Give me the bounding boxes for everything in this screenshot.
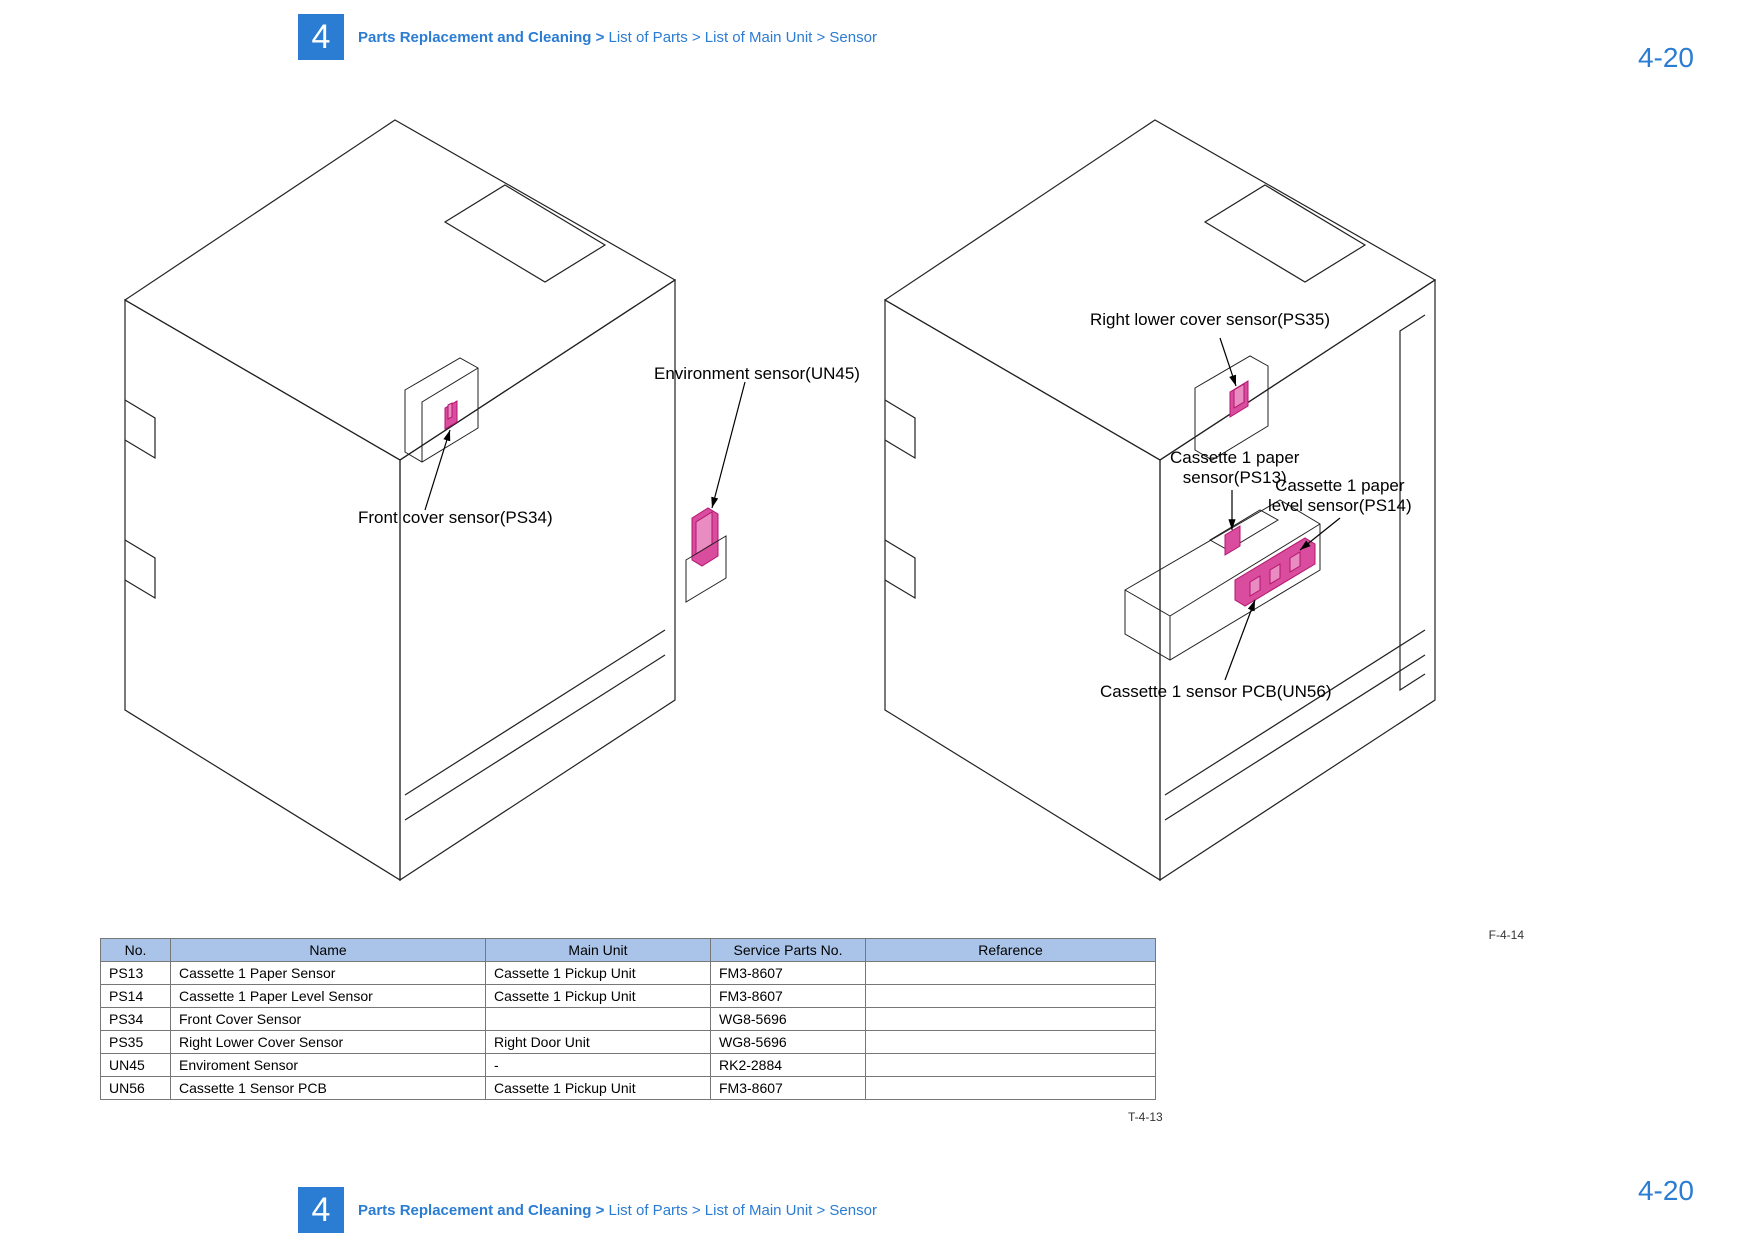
footer-bar: 4 Parts Replacement and Cleaning > List … [298, 1187, 877, 1233]
chapter-number: 4 [298, 14, 344, 60]
th-name: Name [171, 939, 486, 962]
callout-ps14: Cassette 1 paper level sensor(PS14) [1268, 476, 1412, 516]
header-bar: 4 Parts Replacement and Cleaning > List … [298, 14, 877, 60]
parts-table: No. Name Main Unit Service Parts No. Ref… [100, 938, 1156, 1100]
th-no: No. [101, 939, 171, 962]
th-reference: Refarence [866, 939, 1156, 962]
table-row: PS14 Cassette 1 Paper Level Sensor Casse… [101, 985, 1156, 1008]
breadcrumb-rest-footer: List of Parts > List of Main Unit > Sens… [609, 1202, 877, 1219]
table-row: PS34 Front Cover Sensor WG8-5696 [101, 1008, 1156, 1031]
callout-ps35: Right lower cover sensor(PS35) [1090, 310, 1330, 330]
table-header-row: No. Name Main Unit Service Parts No. Ref… [101, 939, 1156, 962]
th-mainunit: Main Unit [486, 939, 711, 962]
page-number-bottom: 4-20 [1638, 1175, 1694, 1207]
figure-caption: F-4-14 [1489, 928, 1524, 942]
table-row: PS35 Right Lower Cover Sensor Right Door… [101, 1031, 1156, 1054]
breadcrumb-rest: List of Parts > List of Main Unit > Sens… [609, 29, 877, 46]
table-caption: T-4-13 [1128, 1110, 1163, 1124]
breadcrumb-bold: Parts Replacement and Cleaning > [358, 29, 609, 46]
chapter-number-footer: 4 [298, 1187, 344, 1233]
callout-un56: Cassette 1 sensor PCB(UN56) [1100, 682, 1331, 702]
table-row: PS13 Cassette 1 Paper Sensor Cassette 1 … [101, 962, 1156, 985]
breadcrumb-bold-footer: Parts Replacement and Cleaning > [358, 1202, 609, 1219]
diagram-area: Environment sensor(UN45) Front cover sen… [100, 90, 1580, 920]
table-row: UN56 Cassette 1 Sensor PCB Cassette 1 Pi… [101, 1077, 1156, 1100]
breadcrumb-footer: Parts Replacement and Cleaning > List of… [358, 1202, 877, 1219]
breadcrumb: Parts Replacement and Cleaning > List of… [358, 29, 877, 46]
table-row: UN45 Enviroment Sensor - RK2-2884 [101, 1054, 1156, 1077]
page-number-top: 4-20 [1638, 42, 1694, 74]
callout-ps34: Front cover sensor(PS34) [358, 508, 553, 528]
th-serviceparts: Service Parts No. [711, 939, 866, 962]
callout-un45: Environment sensor(UN45) [654, 364, 860, 384]
